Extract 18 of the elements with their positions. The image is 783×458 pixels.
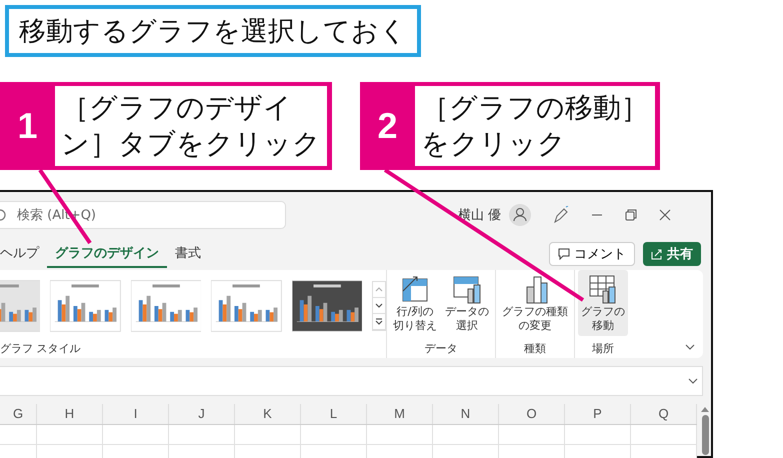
- step-instruction: ［グラフのデザイ ン］タブをクリック: [55, 86, 327, 166]
- step-number: 1: [16, 105, 39, 147]
- ribbon-button[interactable]: データの 選択: [442, 270, 492, 336]
- share-button[interactable]: 共有: [643, 242, 701, 266]
- ribbon-tab[interactable]: 書式: [167, 240, 209, 268]
- step-instruction: ［グラフの移動］ をクリック: [415, 86, 655, 166]
- ribbon-button[interactable]: グラフの種類 の変更: [499, 270, 571, 336]
- step-number: 2: [376, 105, 399, 147]
- comment-button[interactable]: コメント: [549, 242, 635, 266]
- group-label: 種類: [524, 341, 546, 356]
- group-label: データ: [424, 341, 458, 356]
- heading-banner: 移動するグラフを選択しておく: [5, 5, 421, 57]
- ribbon-button[interactable]: 行/列の 切り替え: [390, 270, 440, 336]
- ribbon-button[interactable]: グラフの 移動: [578, 270, 628, 336]
- ribbon-tab[interactable]: ヘルプ: [0, 240, 47, 268]
- group-label: グラフ スタイル: [0, 341, 82, 356]
- ribbon-tab[interactable]: グラフのデザイン: [47, 240, 167, 268]
- group-label: 場所: [592, 341, 614, 356]
